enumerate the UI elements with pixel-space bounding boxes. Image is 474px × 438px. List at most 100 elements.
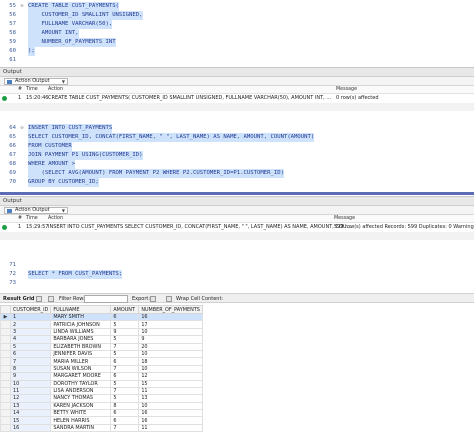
wrap-icon[interactable] xyxy=(166,296,172,302)
row-marker[interactable] xyxy=(0,349,11,359)
table-row[interactable]: 3 LINDA WILLIAMS 9 10 xyxy=(0,327,203,337)
table-cell[interactable]: DOROTHY TAYLOR xyxy=(50,379,112,388)
row-marker[interactable] xyxy=(0,401,11,411)
code-line[interactable]: 73 xyxy=(0,279,474,288)
table-cell[interactable]: 16 xyxy=(138,409,203,418)
table-row[interactable]: 2 PATRICIA JOHNSON 5 17 xyxy=(0,320,203,329)
table-cell[interactable]: 11 xyxy=(138,423,203,433)
row-marker[interactable] xyxy=(0,327,11,337)
column-header[interactable]: AMOUNT xyxy=(110,305,140,314)
table-cell[interactable]: PATRICIA JOHNSON xyxy=(50,320,112,329)
table-cell[interactable]: 16 xyxy=(9,423,52,433)
table-row[interactable]: 12 NANCY THOMAS 5 13 xyxy=(0,394,203,403)
table-cell[interactable]: 10 xyxy=(9,379,52,388)
code-line[interactable]: 69 (SELECT AVG(AMOUNT) FROM PAYMENT P2 W… xyxy=(0,169,474,178)
table-cell[interactable]: 1 xyxy=(9,312,52,322)
row-marker[interactable] xyxy=(0,394,11,403)
table-cell[interactable]: 5 xyxy=(110,335,140,344)
table-cell[interactable]: HELEN HARRIS xyxy=(50,416,112,425)
table-cell[interactable]: 6 xyxy=(110,357,140,366)
table-row[interactable]: 11 LISA ANDERSON 7 11 xyxy=(0,386,203,396)
column-header[interactable]: NUMBER_OF_PAYMENTS xyxy=(138,305,203,314)
wrap-cell-label[interactable]: Wrap Cell Content: xyxy=(176,294,223,304)
table-cell[interactable]: LINDA WILLIAMS xyxy=(50,327,112,337)
table-cell[interactable]: 5 xyxy=(110,349,140,359)
table-cell[interactable]: 15 xyxy=(138,379,203,388)
table-cell[interactable]: 10 xyxy=(138,401,203,411)
table-row[interactable]: 7 MARIA MILLER 6 18 xyxy=(0,357,203,366)
table-cell[interactable]: 6 xyxy=(110,372,140,381)
row-marker[interactable] xyxy=(0,423,11,433)
table-cell[interactable]: MARGARET MOORE xyxy=(50,372,112,381)
table-cell[interactable]: 6 xyxy=(110,409,140,418)
column-header[interactable]: CUSTOMER_ID xyxy=(9,305,52,314)
table-cell[interactable]: 12 xyxy=(138,372,203,381)
code-line[interactable]: 61 xyxy=(0,56,474,65)
sql-editor-middle[interactable]: 64 ⊖ INSERT INTO CUST_PAYMENTS 65 SELECT CUS… xyxy=(0,120,474,192)
sql-editor-top[interactable]: 55 ⊖ CREATE TABLE CUST_PAYMENTS(56 CUSTOME… xyxy=(0,0,474,66)
code-line[interactable]: 59 NUMBER_OF_PAYMENTS INT xyxy=(0,38,474,47)
code-line[interactable]: 64 ⊖ INSERT INTO CUST_PAYMENTS xyxy=(0,124,474,133)
row-marker[interactable] xyxy=(0,379,11,388)
table-row[interactable]: 9 MARGARET MOORE 6 12 xyxy=(0,372,203,381)
grid-view-icon[interactable] xyxy=(36,296,42,302)
row-marker[interactable] xyxy=(0,335,11,344)
action-output-select[interactable]: Action Output ▼ xyxy=(4,78,68,85)
row-marker[interactable] xyxy=(0,372,11,381)
table-row[interactable]: 6 JENNIFER DAVIS 5 10 xyxy=(0,349,203,359)
table-cell[interactable]: 7 xyxy=(9,357,52,366)
table-cell[interactable]: ELIZABETH BROWN xyxy=(50,342,112,351)
table-cell[interactable]: 10 xyxy=(138,364,203,374)
table-cell[interactable]: 13 xyxy=(9,401,52,411)
code-line[interactable]: 57 FULLNAME VARCHAR(50), xyxy=(0,20,474,29)
table-cell[interactable]: 9 xyxy=(138,335,203,344)
sql-editor-bottom[interactable]: 71 72 SELECT * FROM CUST_PAYMENTS; 73 xyxy=(0,258,474,292)
table-cell[interactable]: 9 xyxy=(110,327,140,337)
table-cell[interactable]: 18 xyxy=(138,357,203,366)
code-line[interactable]: 65 SELECT CUSTOMER_ID, CONCAT(FIRST_NAME,… xyxy=(0,133,474,142)
table-row[interactable]: ▶ 1 MARY SMITH 6 16 xyxy=(0,312,203,322)
row-marker[interactable] xyxy=(0,342,11,351)
table-cell[interactable]: 20 xyxy=(138,342,203,351)
chevron-down-icon[interactable]: ▼ xyxy=(62,79,65,84)
table-cell[interactable]: 7 xyxy=(110,342,140,351)
table-cell[interactable]: KAREN JACKSON xyxy=(50,401,112,411)
table-cell[interactable]: 11 xyxy=(138,386,203,396)
output-row[interactable]: 1 15:20:46 CREATE TABLE CUST_PAYMENTS( C… xyxy=(0,94,474,103)
export-label[interactable]: Export: xyxy=(132,294,150,304)
filter-rows-input[interactable] xyxy=(84,295,128,303)
table-row[interactable]: 16 SANDRA MARTIN 7 11 xyxy=(0,423,203,433)
table-cell[interactable]: 2 xyxy=(9,320,52,329)
table-cell[interactable]: JENNIFER DAVIS xyxy=(50,349,112,359)
code-line[interactable]: 71 xyxy=(0,261,474,270)
code-line[interactable]: 56 CUSTOMER_ID SMALLINT UNSIGNED, xyxy=(0,11,474,20)
table-cell[interactable]: 3 xyxy=(9,327,52,337)
table-cell[interactable]: SANDRA MARTIN xyxy=(50,423,112,433)
code-line[interactable]: 68 WHERE AMOUNT > xyxy=(0,160,474,169)
row-marker[interactable] xyxy=(0,364,11,374)
table-cell[interactable]: 4 xyxy=(9,335,52,344)
table-cell[interactable]: 5 xyxy=(9,342,52,351)
code-line[interactable]: 66 FROM CUSTOMER xyxy=(0,142,474,151)
row-marker[interactable] xyxy=(0,357,11,366)
table-cell[interactable]: SUSAN WILSON xyxy=(50,364,112,374)
table-cell[interactable]: 9 xyxy=(9,372,52,381)
table-cell[interactable]: 15 xyxy=(9,416,52,425)
table-cell[interactable]: BETTY WHITE xyxy=(50,409,112,418)
row-marker[interactable] xyxy=(0,409,11,418)
code-line[interactable]: 55 ⊖ CREATE TABLE CUST_PAYMENTS( xyxy=(0,2,474,11)
table-cell[interactable]: 10 xyxy=(138,349,203,359)
table-cell[interactable]: 13 xyxy=(138,394,203,403)
result-grid[interactable]: CUSTOMER_ID FULLNAME AMOUNT NUMBER_OF_PA… xyxy=(0,305,203,433)
table-cell[interactable]: 10 xyxy=(138,327,203,337)
table-cell[interactable]: MARIA MILLER xyxy=(50,357,112,366)
code-line[interactable]: 67 JOIN PAYMENT P1 USING(CUSTOMER_ID) xyxy=(0,151,474,160)
table-cell[interactable]: 8 xyxy=(110,401,140,411)
table-row[interactable]: 10 DOROTHY TAYLOR 5 15 xyxy=(0,379,203,388)
code-line[interactable]: 70 GROUP BY CUSTOMER_ID; xyxy=(0,178,474,187)
table-cell[interactable]: 16 xyxy=(138,416,203,425)
export-icon[interactable] xyxy=(150,296,156,302)
table-cell[interactable]: 5 xyxy=(110,379,140,388)
row-marker[interactable] xyxy=(0,416,11,425)
table-row[interactable]: 13 KAREN JACKSON 8 10 xyxy=(0,401,203,411)
